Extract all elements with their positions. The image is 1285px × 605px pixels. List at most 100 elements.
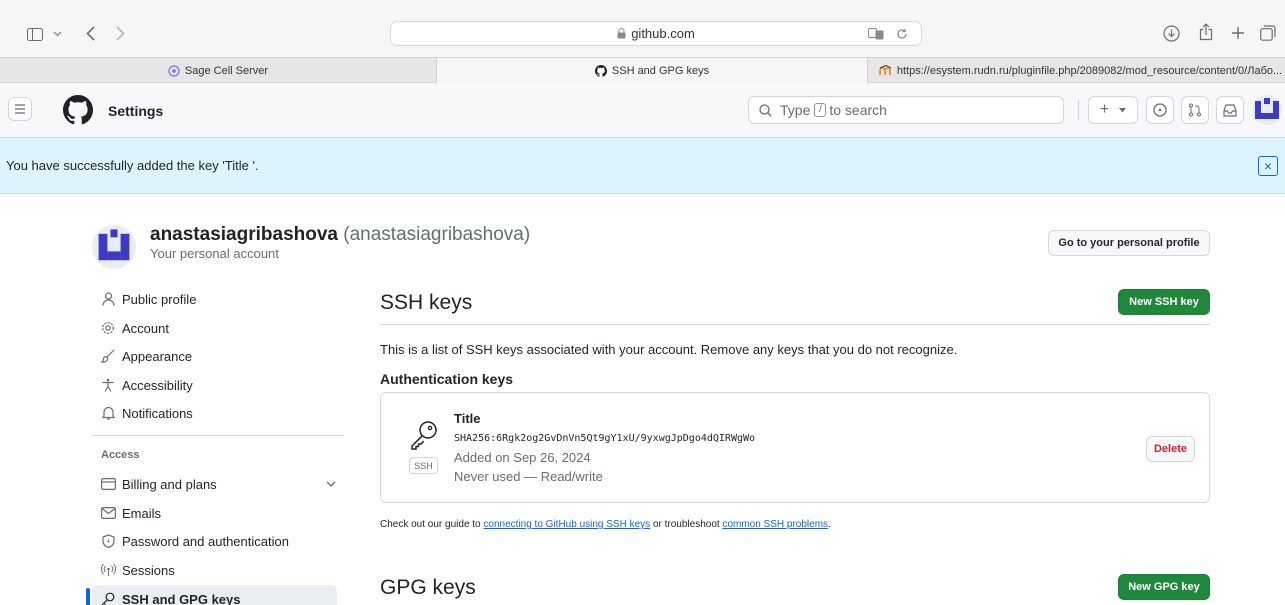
search-input[interactable]: Type / to search bbox=[748, 96, 1064, 124]
account-avatar bbox=[92, 225, 136, 269]
sidebar-selected-indicator bbox=[86, 588, 90, 605]
go-to-profile-button[interactable]: Go to your personal profile bbox=[1048, 230, 1210, 256]
sidebar-item-label: Billing and plans bbox=[122, 476, 217, 492]
section-divider bbox=[380, 324, 1210, 325]
ssh-key-added-date: Added on Sep 26, 2024 bbox=[454, 450, 591, 465]
plus-icon: + bbox=[1099, 101, 1110, 118]
ssh-description: This is a list of SSH keys associated wi… bbox=[380, 342, 958, 357]
github-icon bbox=[594, 64, 607, 77]
common-ssh-problems-link[interactable]: common SSH problems bbox=[722, 519, 828, 530]
help-text-middle: or troubleshoot bbox=[652, 519, 720, 530]
sidebar-section-heading: Access bbox=[101, 449, 140, 461]
search-icon bbox=[759, 103, 772, 117]
sidebar-item-label: Public profile bbox=[122, 291, 197, 307]
github-logo-icon[interactable] bbox=[63, 95, 93, 125]
url-text: github.com bbox=[631, 26, 695, 41]
hamburger-menu-button[interactable] bbox=[8, 97, 32, 121]
header-divider bbox=[1078, 100, 1079, 120]
triangle-down-icon bbox=[1119, 107, 1127, 113]
address-bar[interactable]: github.com bbox=[390, 21, 922, 46]
new-gpg-key-button[interactable]: New GPG key bbox=[1118, 574, 1210, 600]
sidebar-item-appearance[interactable]: Appearance bbox=[100, 343, 192, 369]
search-placeholder-prefix: Type bbox=[780, 102, 811, 118]
inbox-icon bbox=[1223, 103, 1237, 117]
tab-strip: Sage Cell Server SSH and GPG keys https:… bbox=[0, 57, 1285, 83]
moodle-icon bbox=[879, 65, 892, 76]
download-icon[interactable] bbox=[1161, 23, 1181, 43]
tab-esystem[interactable]: https://esystem.rudn.ru/pluginfile.php/2… bbox=[868, 58, 1285, 83]
gear-icon bbox=[100, 321, 116, 335]
sidebar-item-account[interactable]: Account bbox=[100, 315, 169, 341]
create-new-button[interactable]: + bbox=[1088, 96, 1138, 124]
back-icon[interactable] bbox=[80, 22, 100, 44]
flash-close-button[interactable]: × bbox=[1258, 156, 1278, 176]
share-icon[interactable] bbox=[1196, 21, 1216, 43]
ssh-help-text: Check out our guide to connecting to Git… bbox=[380, 519, 831, 530]
tab-overview-icon[interactable] bbox=[1258, 23, 1278, 43]
forward-icon[interactable] bbox=[110, 22, 130, 44]
sidebar-item-billing[interactable]: Billing and plans bbox=[100, 471, 336, 497]
lock-icon bbox=[617, 28, 626, 39]
close-icon: × bbox=[1263, 158, 1273, 174]
sidebar-item-public-profile[interactable]: Public profile bbox=[100, 286, 196, 312]
account-name[interactable]: anastasiagribashova (anastasiagribashova… bbox=[150, 224, 530, 246]
user-avatar[interactable] bbox=[1252, 95, 1282, 125]
connecting-ssh-guide-link[interactable]: connecting to GitHub using SSH keys bbox=[483, 519, 650, 530]
sidebar-item-label: SSH and GPG keys bbox=[122, 591, 241, 605]
ssh-key-type-badge: SSH bbox=[409, 457, 438, 474]
delete-ssh-key-button[interactable]: Delete bbox=[1146, 436, 1195, 462]
account-login: (anastasiagribashova) bbox=[343, 224, 531, 245]
issue-circle-icon bbox=[1153, 103, 1167, 117]
sidebar-divider bbox=[92, 435, 344, 436]
shield-lock-icon bbox=[100, 534, 116, 548]
sidebar-toggle-icon[interactable] bbox=[24, 24, 46, 44]
broadcast-icon bbox=[100, 563, 116, 577]
ssh-key-fingerprint: SHA256:6Rgk2og2GvDnVn5Qt9gY1xU/9yxwgJpDg… bbox=[454, 433, 756, 444]
ssh-key-usage: Never used — Read/write bbox=[454, 469, 603, 484]
tab-label: SSH and GPG keys bbox=[611, 64, 710, 77]
sidebar-item-label: Account bbox=[122, 320, 169, 336]
ssh-keys-heading: SSH keys bbox=[380, 291, 473, 314]
sidebar-item-label: Password and authentication bbox=[122, 533, 289, 549]
git-pull-request-icon bbox=[1188, 103, 1202, 117]
tab-sage-cell[interactable]: Sage Cell Server bbox=[0, 58, 437, 83]
bell-icon bbox=[100, 406, 116, 420]
page-context-title[interactable]: Settings bbox=[108, 103, 163, 119]
sidebar-item-label: Emails bbox=[122, 505, 162, 521]
account-display-name: anastasiagribashova bbox=[150, 224, 338, 245]
sidebar-item-label: Appearance bbox=[122, 348, 193, 364]
issues-button[interactable] bbox=[1146, 96, 1174, 124]
mail-icon bbox=[100, 507, 116, 519]
tab-ssh-gpg-keys[interactable]: SSH and GPG keys bbox=[437, 58, 868, 83]
pull-requests-button[interactable] bbox=[1181, 96, 1209, 124]
sidebar-item-emails[interactable]: Emails bbox=[100, 500, 161, 526]
sage-icon bbox=[168, 64, 180, 77]
translate-icon[interactable] bbox=[867, 25, 885, 42]
search-shortcut-key: / bbox=[814, 103, 827, 117]
sidebar-item-password-auth[interactable]: Password and authentication bbox=[100, 528, 289, 554]
authentication-keys-heading: Authentication keys bbox=[380, 371, 514, 387]
sidebar-item-ssh-gpg-keys[interactable]: SSH and GPG keys bbox=[100, 586, 241, 605]
sidebar-item-accessibility[interactable]: Accessibility bbox=[100, 372, 193, 398]
sidebar-item-notifications[interactable]: Notifications bbox=[100, 400, 193, 426]
paintbrush-icon bbox=[100, 349, 116, 363]
key-icon bbox=[100, 592, 116, 605]
tab-label: https://esystem.rudn.ru/pluginfile.php/2… bbox=[896, 64, 1283, 77]
flash-success-banner: You have successfully added the key 'Tit… bbox=[0, 138, 1285, 194]
sidebar-item-sessions[interactable]: Sessions bbox=[100, 557, 175, 583]
sidebar-item-label: Sessions bbox=[122, 562, 175, 578]
key-icon bbox=[410, 420, 438, 450]
accessibility-icon bbox=[100, 378, 116, 392]
flash-message: You have successfully added the key 'Tit… bbox=[6, 158, 259, 173]
gpg-keys-heading: GPG keys bbox=[380, 576, 476, 599]
credit-card-icon bbox=[100, 478, 116, 490]
new-tab-icon[interactable] bbox=[1228, 23, 1248, 43]
inbox-button[interactable] bbox=[1216, 96, 1244, 124]
help-text-prefix: Check out our guide to bbox=[380, 519, 481, 530]
new-ssh-key-button[interactable]: New SSH key bbox=[1118, 289, 1210, 315]
ssh-key-title: Title bbox=[454, 411, 481, 426]
reload-icon[interactable] bbox=[894, 25, 910, 42]
chevron-down-icon[interactable] bbox=[50, 26, 64, 42]
chevron-down-icon[interactable] bbox=[326, 481, 336, 487]
account-subtitle: Your personal account bbox=[150, 246, 279, 261]
